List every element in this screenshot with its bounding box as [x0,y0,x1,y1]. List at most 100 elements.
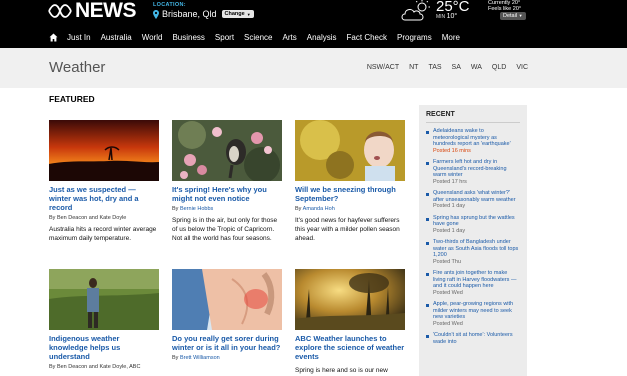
bullet-icon [426,193,429,196]
story-card[interactable]: Will we be sneezing through September? B… [295,120,405,243]
byline-prefix: By [295,206,302,212]
bullet-icon [426,131,429,134]
chevron-down-icon: ▼ [518,13,523,18]
home-icon[interactable] [49,33,58,42]
story-image-man-in-grass[interactable] [49,269,159,330]
recent-time: Posted 17 hrs [433,178,467,185]
story-image-blossom-bird[interactable] [172,120,282,181]
recent-title[interactable]: Apple, pear-growing regions with milder … [433,301,520,321]
recent-time: Posted Thu [433,258,462,265]
bullet-icon [426,217,429,221]
partly-cloudy-icon [401,0,430,21]
bullet-icon [426,162,429,165]
recent-time: Posted Wed [433,289,463,296]
story-byline: By Amanda Hoh [295,206,405,212]
author-link[interactable]: Amanda Hoh [303,206,335,212]
story-summary: It's good news for hayfever sufferers th… [295,217,400,242]
top-bar: NEWS LOCATION: Brisbane, Qld Change ▼ 25… [0,0,627,26]
nav-item-business[interactable]: Business [172,33,204,42]
location-selector: LOCATION: Brisbane, Qld Change ▼ [153,2,254,19]
nav-item-programs[interactable]: Programs [397,33,432,42]
recent-title[interactable]: 'Couldn't sit at home': Volunteers wade … [433,332,520,345]
story-image-sneezing-child[interactable] [295,120,405,181]
story-byline: By Ben Deacon and Kate Doyle [49,215,159,221]
recent-item[interactable]: Queensland asks 'what winter?' after uns… [426,190,520,210]
recent-title[interactable]: Adelaideans wake to meteorological myste… [433,128,520,148]
recent-item[interactable]: Adelaideans wake to meteorological myste… [426,128,520,154]
nav-item-australia[interactable]: Australia [101,33,132,42]
story-image-sunset[interactable] [49,120,159,181]
state-link-nsw-act[interactable]: NSW/ACT [367,64,399,71]
bullet-icon [426,242,429,245]
story-summary: Australia hits a record winter average m… [49,226,157,242]
nav-item-world[interactable]: World [142,33,163,42]
recent-time: Posted Wed [433,320,463,327]
min-value: 10° [446,13,458,20]
recent-time: Posted 1 day [433,227,466,234]
bullet-icon [426,304,429,307]
recent-title[interactable]: Two-thirds of Bangladesh under water as … [433,239,520,259]
story-title[interactable]: Do you really get sorer during winter or… [172,334,282,352]
recent-title[interactable]: Queensland asks 'what winter?' after uns… [433,190,520,203]
section-header: Weather NSW/ACT NT TAS SA WA QLD VIC [0,48,627,88]
state-link-vic[interactable]: VIC [516,64,528,71]
author-link[interactable]: Brett Williamson [180,355,220,361]
story-image-misty-trees[interactable] [295,269,405,330]
recent-item[interactable]: Spring has sprung but the wattles have g… [426,215,520,235]
author-link[interactable]: Bernie Hobbs [180,206,213,212]
byline-prefix: By [49,364,56,370]
recent-item[interactable]: 'Couldn't sit at home': Volunteers wade … [426,332,520,345]
recent-item[interactable]: Farmers left hot and dry in Queensland's… [426,159,520,185]
story-summary: Spring is here and so is our new [295,367,388,374]
bullet-icon [426,273,429,276]
current-conditions: Currently 20° Feels like 20° [488,0,521,12]
byline-prefix: By [49,215,56,221]
nav-item-just-in[interactable]: Just In [67,33,91,42]
nav-item-science[interactable]: Science [244,33,272,42]
story-summary: Spring is in the air, but only for those… [172,217,278,242]
bullet-icon [426,335,429,338]
nav-item-arts[interactable]: Arts [283,33,297,42]
logo-text: NEWS [75,0,137,22]
min-label: MIN [436,14,446,20]
main-nav: Just In Australia World Business Sport S… [0,26,627,48]
nav-item-analysis[interactable]: Analysis [307,33,337,42]
story-card[interactable]: Do you really get sorer during winter or… [172,269,282,361]
chevron-down-icon: ▼ [246,11,251,17]
state-link-sa[interactable]: SA [452,64,461,71]
story-byline: By Brett Williamson [172,355,282,361]
location-label: LOCATION: [153,2,186,8]
story-title[interactable]: Just as we suspected — winter was hot, d… [49,185,159,212]
abc-logo-icon [48,4,72,18]
story-title[interactable]: Indigenous weather knowledge helps us un… [49,334,159,361]
story-card[interactable]: It's spring! Here's why you might not ev… [172,120,282,243]
nav-item-fact-check[interactable]: Fact Check [347,33,387,42]
recent-item[interactable]: Fire ants join together to make living r… [426,270,520,296]
min-temperature: MIN 10° [436,13,457,20]
state-link-qld[interactable]: QLD [492,64,506,71]
story-byline: By Ben Deacon and Kate Doyle, ABC [49,364,159,370]
recent-time: Posted 1 day [433,203,466,209]
story-title[interactable]: It's spring! Here's why you might not ev… [172,185,282,203]
recent-item[interactable]: Two-thirds of Bangladesh under water as … [426,239,520,265]
state-link-tas[interactable]: TAS [428,64,441,71]
recent-title[interactable]: Spring has sprung but the wattles have g… [433,215,520,228]
story-title[interactable]: ABC Weather launches to explore the scie… [295,334,405,361]
state-filter: NSW/ACT NT TAS SA WA QLD VIC [357,64,528,71]
story-card[interactable]: ABC Weather launches to explore the scie… [295,269,405,375]
story-image-back-pain[interactable] [172,269,282,330]
story-card[interactable]: Just as we suspected — winter was hot, d… [49,120,159,243]
story-card[interactable]: Indigenous weather knowledge helps us un… [49,269,159,370]
recent-title[interactable]: Farmers left hot and dry in Queensland's… [433,159,520,179]
featured-heading: FEATURED [49,94,95,104]
state-link-nt[interactable]: NT [409,64,418,71]
recent-title[interactable]: Fire ants join together to make living r… [433,270,520,290]
story-title[interactable]: Will we be sneezing through September? [295,185,405,203]
recent-item[interactable]: Apple, pear-growing regions with milder … [426,301,520,327]
abc-news-logo[interactable]: NEWS [47,0,137,22]
change-location-button[interactable]: Change ▼ [221,10,254,18]
nav-item-more[interactable]: More [442,33,460,42]
weather-detail-button[interactable]: Detail ▼ [500,12,526,20]
state-link-wa[interactable]: WA [471,64,482,71]
nav-item-sport[interactable]: Sport [215,33,234,42]
